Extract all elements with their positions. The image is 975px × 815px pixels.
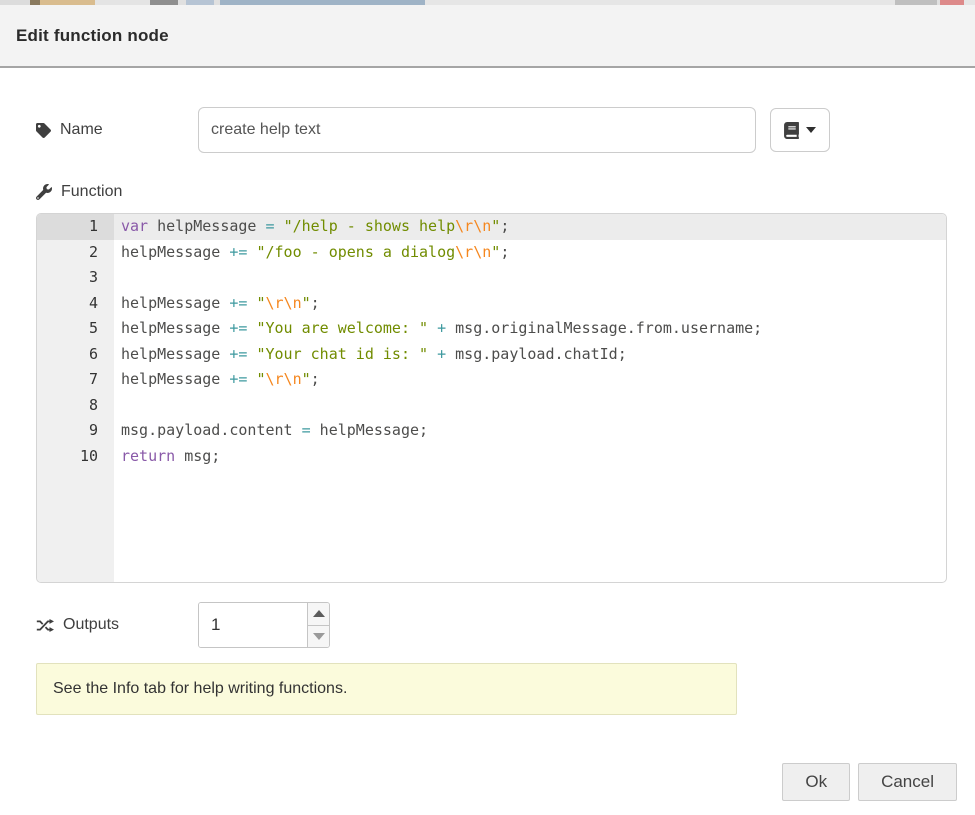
triangle-up-icon [313, 610, 325, 617]
line-number: 4 [37, 291, 114, 317]
line-number: 6 [37, 342, 114, 368]
dialog-body: Name Function 1var helpMessage = "/help … [0, 107, 975, 801]
code-editor[interactable]: 1var helpMessage = "/help - shows help\r… [36, 213, 947, 583]
line-number: 9 [37, 418, 114, 444]
code-lines: 1var helpMessage = "/help - shows help\r… [37, 214, 946, 469]
code-text: var helpMessage = "/help - shows help\r\… [114, 214, 946, 240]
line-number: 1 [37, 214, 114, 240]
outputs-spinner [198, 602, 330, 648]
line-number: 8 [37, 393, 114, 419]
outputs-label-text: Outputs [63, 616, 119, 634]
spinner-down-button[interactable] [308, 626, 329, 648]
code-text: helpMessage += "/foo - opens a dialog\r\… [114, 240, 946, 266]
dialog-title: Edit function node [16, 26, 169, 46]
library-button[interactable] [770, 108, 830, 152]
edit-function-node-dialog: Edit function node Name Function [0, 5, 975, 801]
spinner-up-button[interactable] [308, 603, 329, 626]
code-line[interactable]: 10return msg; [37, 444, 946, 470]
function-label-row: Function [36, 183, 975, 201]
name-row: Name [36, 107, 975, 153]
cancel-button[interactable]: Cancel [858, 763, 957, 801]
code-line[interactable]: 4helpMessage += "\r\n"; [37, 291, 946, 317]
code-text: helpMessage += "\r\n"; [114, 367, 946, 393]
background-fragment [40, 0, 95, 5]
code-text: msg.payload.content = helpMessage; [114, 418, 946, 444]
outputs-row: Outputs [36, 602, 975, 648]
background-fragment [940, 0, 964, 5]
code-line[interactable]: 7helpMessage += "\r\n"; [37, 367, 946, 393]
outputs-label: Outputs [36, 616, 198, 634]
code-line[interactable]: 3 [37, 265, 946, 291]
code-text: return msg; [114, 444, 946, 470]
code-text: helpMessage += "Your chat id is: " + msg… [114, 342, 946, 368]
code-line[interactable]: 8 [37, 393, 946, 419]
line-number: 7 [37, 367, 114, 393]
code-text [114, 265, 946, 291]
line-number: 3 [37, 265, 114, 291]
ok-button[interactable]: Ok [782, 763, 850, 801]
outputs-input[interactable] [199, 603, 307, 647]
name-label: Name [36, 121, 198, 139]
code-text: helpMessage += "You are welcome: " + msg… [114, 316, 946, 342]
tag-icon [36, 123, 51, 138]
code-line[interactable]: 6helpMessage += "Your chat id is: " + ms… [37, 342, 946, 368]
code-line[interactable]: 2helpMessage += "/foo - opens a dialog\r… [37, 240, 946, 266]
dialog-header: Edit function node [0, 5, 975, 68]
code-text [114, 393, 946, 419]
background-fragment [895, 0, 937, 5]
background-fragment [186, 0, 214, 5]
background-fragment [150, 0, 178, 5]
line-number: 5 [37, 316, 114, 342]
chevron-down-icon [806, 127, 816, 133]
background-fragment [220, 0, 425, 5]
name-label-text: Name [60, 121, 103, 139]
background-fragment [95, 0, 150, 5]
background-fragment [964, 0, 975, 5]
code-text: helpMessage += "\r\n"; [114, 291, 946, 317]
line-number: 2 [37, 240, 114, 266]
triangle-down-icon [313, 633, 325, 640]
background-fragment [30, 0, 40, 5]
dialog-button-row: Ok Cancel [0, 763, 957, 801]
line-number: 10 [37, 444, 114, 470]
shuffle-icon [36, 618, 54, 633]
book-icon [784, 122, 799, 139]
code-line[interactable]: 9msg.payload.content = helpMessage; [37, 418, 946, 444]
wrench-icon [36, 184, 52, 200]
name-input[interactable] [198, 107, 756, 153]
code-line[interactable]: 5helpMessage += "You are welcome: " + ms… [37, 316, 946, 342]
background-fragment [425, 0, 895, 5]
form-tip: See the Info tab for help writing functi… [36, 663, 737, 715]
function-label-text: Function [61, 183, 122, 201]
spinner-buttons [307, 603, 329, 647]
background-fragment [0, 0, 30, 5]
code-line[interactable]: 1var helpMessage = "/help - shows help\r… [37, 214, 946, 240]
background-page-strip [0, 0, 975, 5]
